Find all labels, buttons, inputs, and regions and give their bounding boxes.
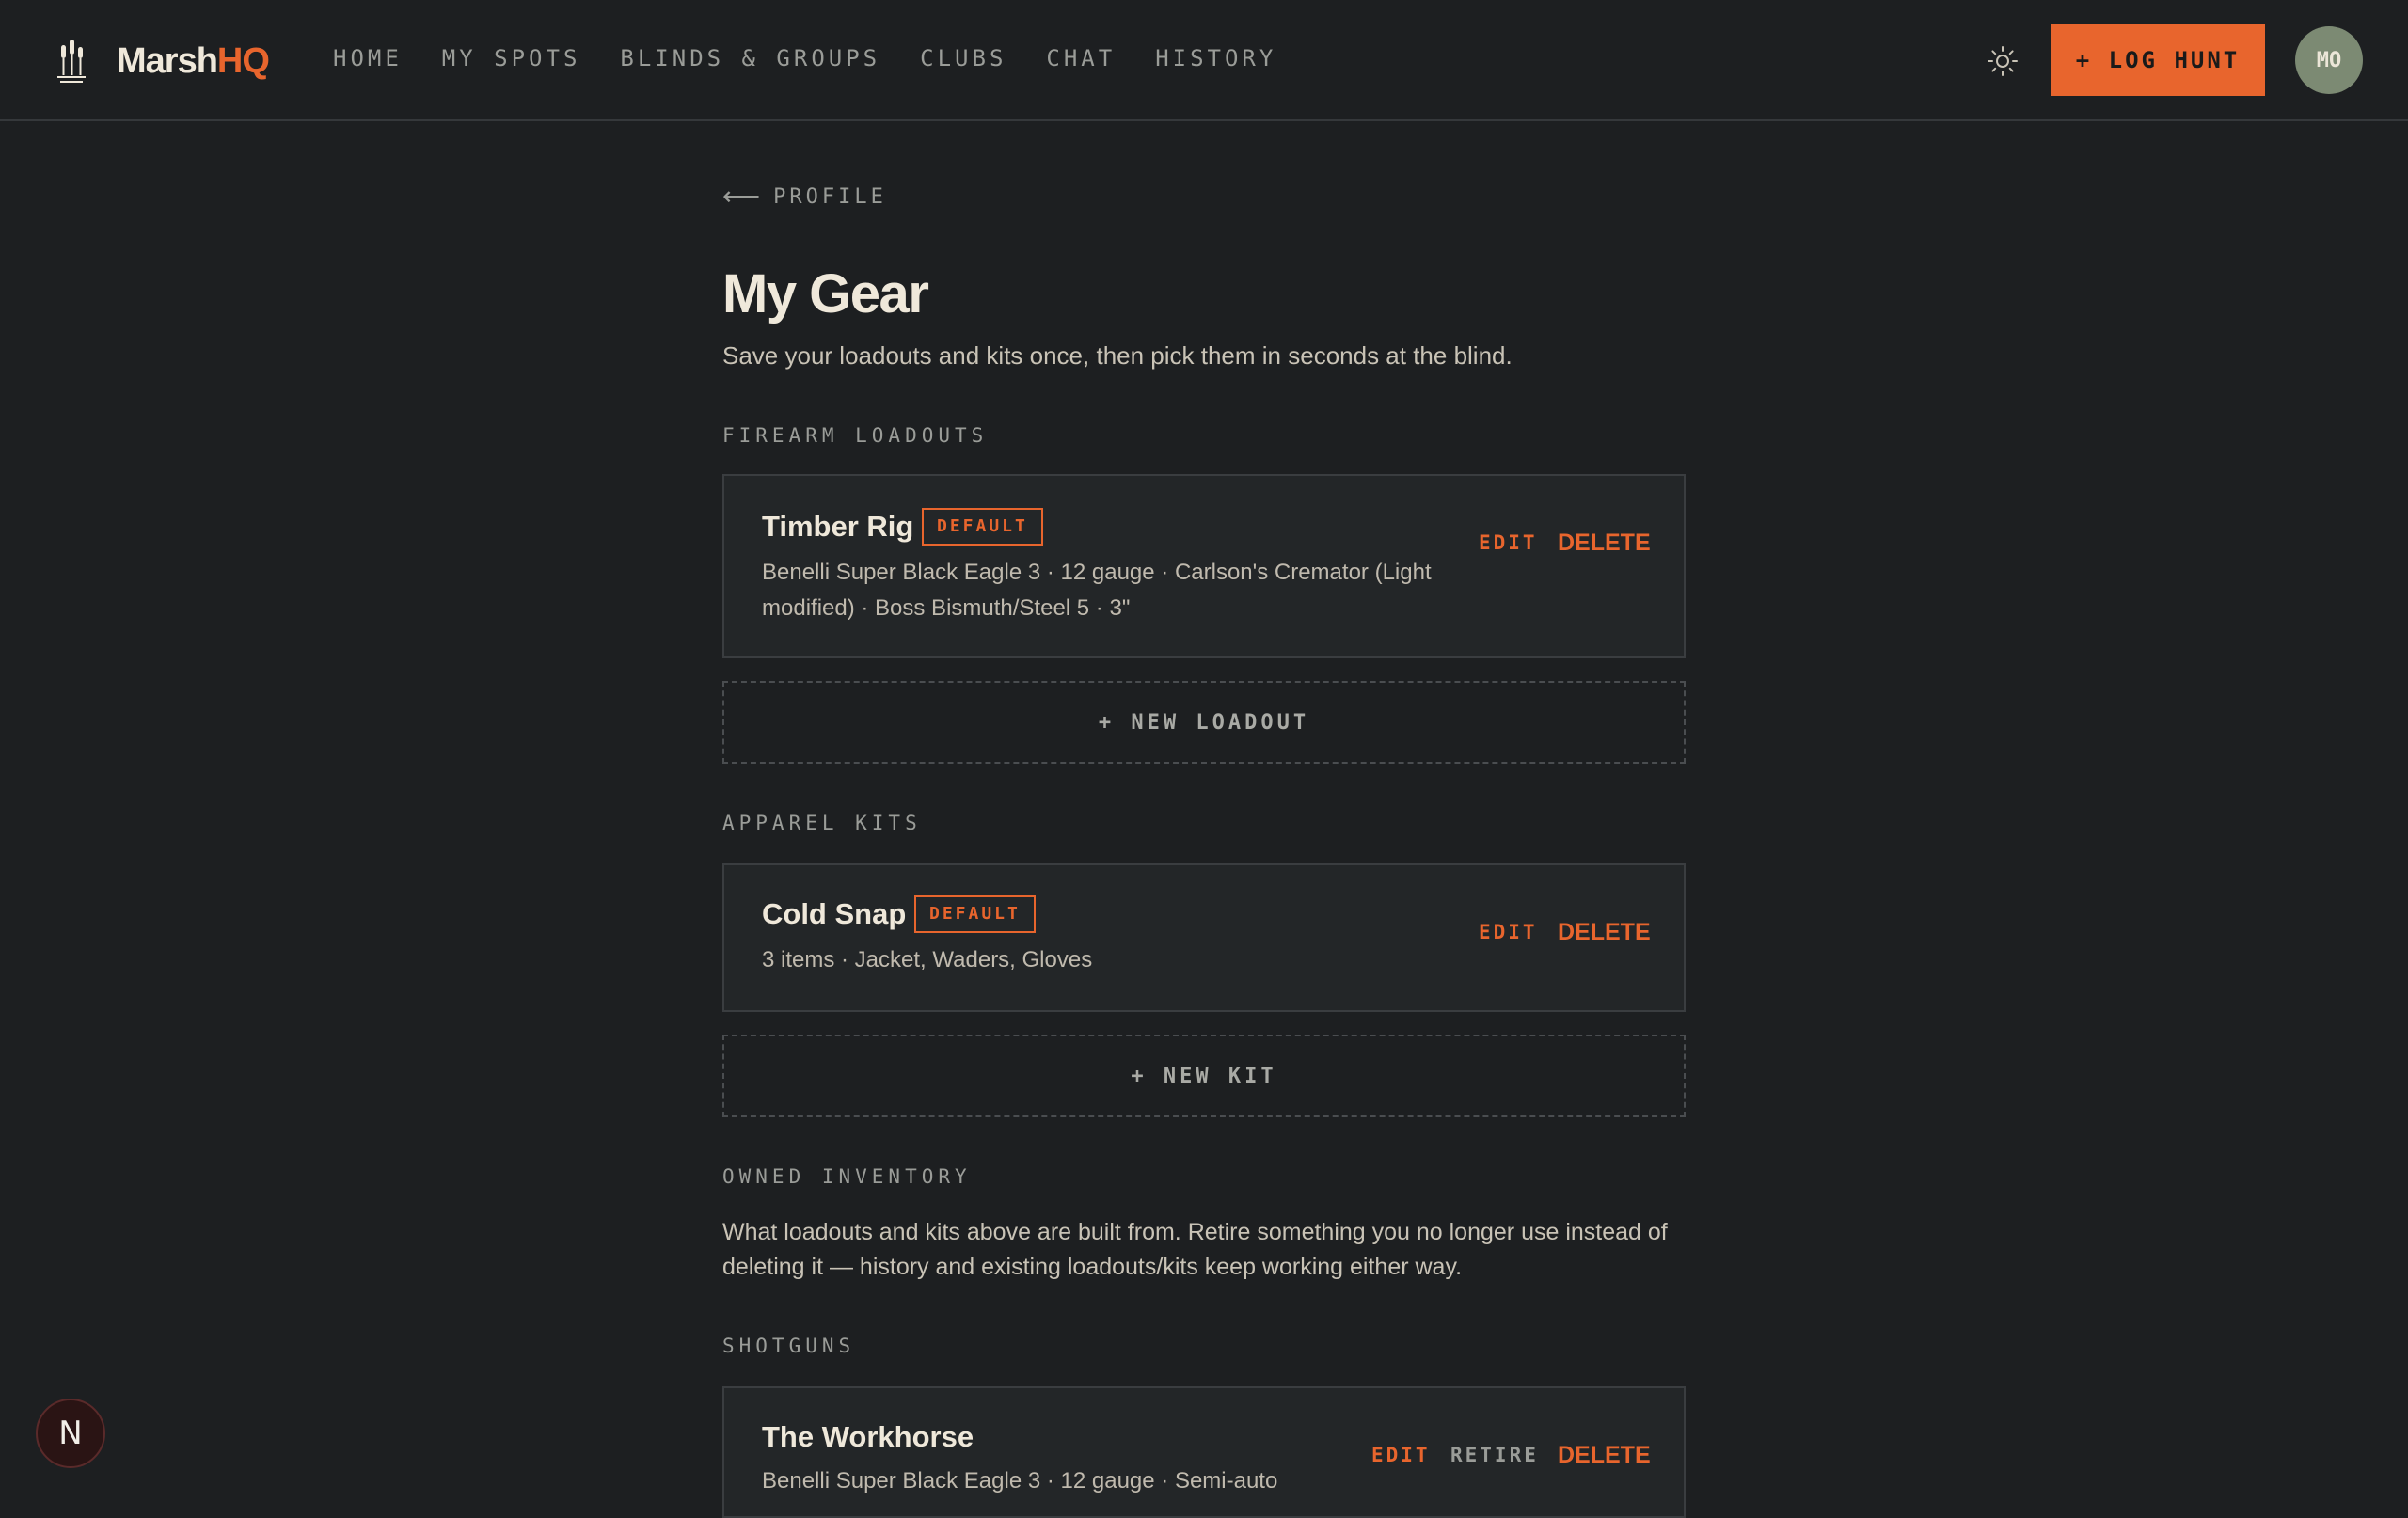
cattail-logo-icon[interactable] <box>55 40 88 85</box>
nav-item-chat[interactable]: CHAT <box>1046 41 1116 75</box>
delete-kit-button[interactable]: DELETE <box>1558 918 1651 946</box>
back-link-label: PROFILE <box>773 184 887 209</box>
n-logo-icon: N <box>58 1415 83 1452</box>
page-title: My Gear <box>722 263 929 324</box>
brand-name-marsh: Marsh <box>117 41 218 81</box>
shotgun-description: Benelli Super Black Eagle 3 · 12 gauge ·… <box>762 1468 1278 1494</box>
section-label-shotguns: SHOTGUNS <box>722 1335 856 1357</box>
loadout-description-line-2: modified) · Boss Bismuth/Steel 5 · 3" <box>762 595 1131 621</box>
shotgun-name: The Workhorse <box>762 1420 974 1453</box>
loadout-name: Timber Rig <box>762 510 914 543</box>
theme-toggle-button[interactable] <box>1985 43 2020 79</box>
user-avatar[interactable]: MO <box>2295 26 2363 94</box>
top-bar: MarshHQ HOME MY SPOTS BLINDS & GROUPS CL… <box>0 0 2408 121</box>
nav-item-blinds-groups[interactable]: BLINDS & GROUPS <box>620 41 880 75</box>
new-loadout-button[interactable]: + NEW LOADOUT <box>722 681 1686 764</box>
back-to-profile-link[interactable]: ⟵ PROFILE <box>722 182 887 211</box>
section-label-owned-inventory: OWNED INVENTORY <box>722 1165 972 1188</box>
edit-loadout-button[interactable]: EDIT <box>1479 529 1538 557</box>
section-label-apparel-kits: APPAREL KITS <box>722 812 922 834</box>
kit-card: Cold Snap DEFAULT 3 items · Jacket, Wade… <box>722 863 1686 1012</box>
section-label-firearm-loadouts: FIREARM LOADOUTS <box>722 424 989 447</box>
default-badge: DEFAULT <box>922 508 1043 546</box>
owned-inventory-description-line-1: What loadouts and kits above are built f… <box>722 1219 1668 1245</box>
loadout-card: Timber Rig DEFAULT Benelli Super Black E… <box>722 474 1686 658</box>
next-dev-tools-button[interactable]: N <box>36 1399 105 1468</box>
nav-item-history[interactable]: HISTORY <box>1155 41 1276 75</box>
brand-logo[interactable]: MarshHQ <box>117 38 270 85</box>
brand-name-hq: HQ <box>216 41 270 81</box>
new-kit-button[interactable]: + NEW KIT <box>722 1035 1686 1117</box>
default-badge: DEFAULT <box>914 895 1036 933</box>
kit-description: 3 items · Jacket, Waders, Gloves <box>762 947 1093 972</box>
nav-item-my-spots[interactable]: MY SPOTS <box>442 41 581 75</box>
owned-inventory-description-line-2: deleting it — history and existing loado… <box>722 1254 1463 1280</box>
shotgun-card: The Workhorse Benelli Super Black Eagle … <box>722 1386 1686 1518</box>
delete-shotgun-button[interactable]: DELETE <box>1558 1441 1651 1469</box>
sun-icon <box>1988 46 2018 76</box>
loadout-description-line-1: Benelli Super Black Eagle 3 · 12 gauge ·… <box>762 560 1432 585</box>
retire-shotgun-button[interactable]: RETIRE <box>1450 1441 1539 1469</box>
main-nav: HOME MY SPOTS BLINDS & GROUPS CLUBS CHAT… <box>333 41 1316 75</box>
edit-shotgun-button[interactable]: EDIT <box>1371 1441 1431 1469</box>
log-hunt-button[interactable]: + LOG HUNT <box>2051 24 2265 96</box>
edit-kit-button[interactable]: EDIT <box>1479 918 1538 946</box>
delete-loadout-button[interactable]: DELETE <box>1558 529 1651 557</box>
nav-item-home[interactable]: HOME <box>333 41 403 75</box>
kit-name: Cold Snap <box>762 897 907 930</box>
arrow-left-icon: ⟵ <box>722 182 761 211</box>
page-subtitle: Save your loadouts and kits once, then p… <box>722 341 1513 370</box>
nav-item-clubs[interactable]: CLUBS <box>920 41 1006 75</box>
